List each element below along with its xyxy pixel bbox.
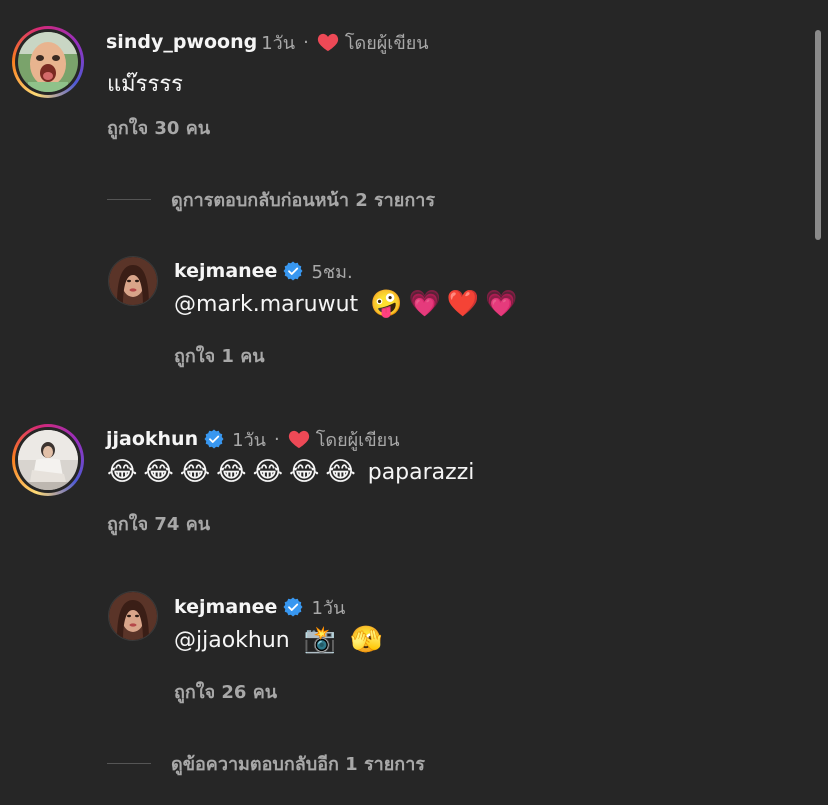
separator: · (303, 31, 309, 53)
laughing-emoji: 😂 (252, 457, 283, 487)
avatar[interactable] (108, 591, 158, 641)
laughing-emoji: 😂 (288, 457, 320, 487)
username[interactable]: sindy_pwoong (106, 31, 257, 53)
reply-header: kejmanee 5ชม. (174, 258, 353, 284)
mention-link[interactable]: @mark.maruwut (174, 292, 358, 317)
comment-text: 😂 😂 😂 😂 😂 😂 😂 paparazzi (107, 459, 474, 485)
pink-heart-emoji: 💗 (485, 289, 518, 319)
red-heart-emoji: ❤️ (446, 289, 480, 319)
laughing-emoji: 😂 (179, 457, 211, 487)
liked-by-author-label: โดยผู้เขียน (344, 32, 429, 54)
avatar[interactable] (108, 256, 158, 306)
comment-header: sindy_pwoong 1วัน · โดยผู้เขียน (106, 29, 429, 55)
avatar[interactable] (12, 424, 84, 496)
comment-emojis: 😂 😂 😂 😂 😂 😂 😂 (107, 459, 356, 485)
zany-face-emoji: 🤪 (370, 289, 403, 319)
likes-count[interactable]: ถูกใจ 1 คน (174, 341, 265, 370)
heart-icon (288, 429, 310, 449)
view-previous-replies-button[interactable]: ดูการตอบกลับก่อนหน้า 2 รายการ (107, 185, 435, 214)
reply-emojis: 🤪 💗 ❤️ 💗 (370, 291, 518, 317)
verified-badge-icon (204, 429, 224, 449)
likes-count[interactable]: ถูกใจ 26 คน (174, 677, 277, 706)
username[interactable]: jjaokhun (106, 428, 198, 450)
liked-by-author-label: โดยผู้เขียน (315, 429, 400, 451)
timestamp: 5ชม. (311, 261, 353, 283)
view-more-replies-button[interactable]: ดูข้อความตอบกลับอีก 1 รายการ (107, 749, 425, 778)
view-previous-replies-label: ดูการตอบกลับก่อนหน้า 2 รายการ (171, 190, 435, 211)
avatar-image (18, 32, 78, 92)
peeking-face-emoji: 🫣 (350, 625, 383, 655)
mention-link[interactable]: @jjaokhun (174, 628, 290, 653)
avatar[interactable] (12, 26, 84, 98)
timestamp: 1วัน (261, 32, 296, 54)
laughing-emoji: 😂 (107, 457, 138, 487)
verified-badge-icon (283, 261, 303, 281)
laughing-emoji: 😂 (216, 457, 247, 487)
reply-text: @mark.maruwut 🤪 💗 ❤️ 💗 (174, 291, 518, 317)
likes-count[interactable]: ถูกใจ 30 คน (107, 113, 210, 142)
laughing-emoji: 😂 (143, 457, 174, 487)
separator: · (274, 428, 280, 450)
reply-header: kejmanee 1วัน (174, 594, 345, 620)
username[interactable]: kejmanee (174, 596, 277, 618)
timestamp: 1วัน (311, 597, 346, 619)
avatar-image (18, 430, 78, 490)
pink-heart-emoji: 💗 (408, 289, 441, 319)
heart-icon (317, 32, 339, 52)
laughing-emoji: 😂 (325, 457, 356, 487)
verified-badge-icon (283, 597, 303, 617)
thread-line (107, 199, 151, 200)
scrollbar[interactable] (815, 30, 821, 240)
view-more-replies-label: ดูข้อความตอบกลับอีก 1 รายการ (171, 754, 425, 775)
username[interactable]: kejmanee (174, 260, 277, 282)
camera-flash-emoji: 📸 (303, 625, 337, 655)
comment-text: แม๊รรรร (107, 72, 183, 97)
avatar-image (109, 257, 157, 305)
timestamp: 1วัน (232, 429, 266, 451)
likes-count[interactable]: ถูกใจ 74 คน (107, 509, 210, 538)
thread-line (107, 763, 151, 764)
avatar-image (109, 592, 157, 640)
reply-text: @jjaokhun 📸 🫣 (174, 627, 383, 653)
reply-emojis: 📸 🫣 (304, 627, 383, 653)
comment-header: jjaokhun 1วัน · โดยผู้เขียน (106, 426, 400, 452)
comment-text-suffix: paparazzi (367, 459, 475, 485)
comments-panel: sindy_pwoong 1วัน · โดยผู้เขียน แม๊รรรร … (0, 0, 828, 805)
